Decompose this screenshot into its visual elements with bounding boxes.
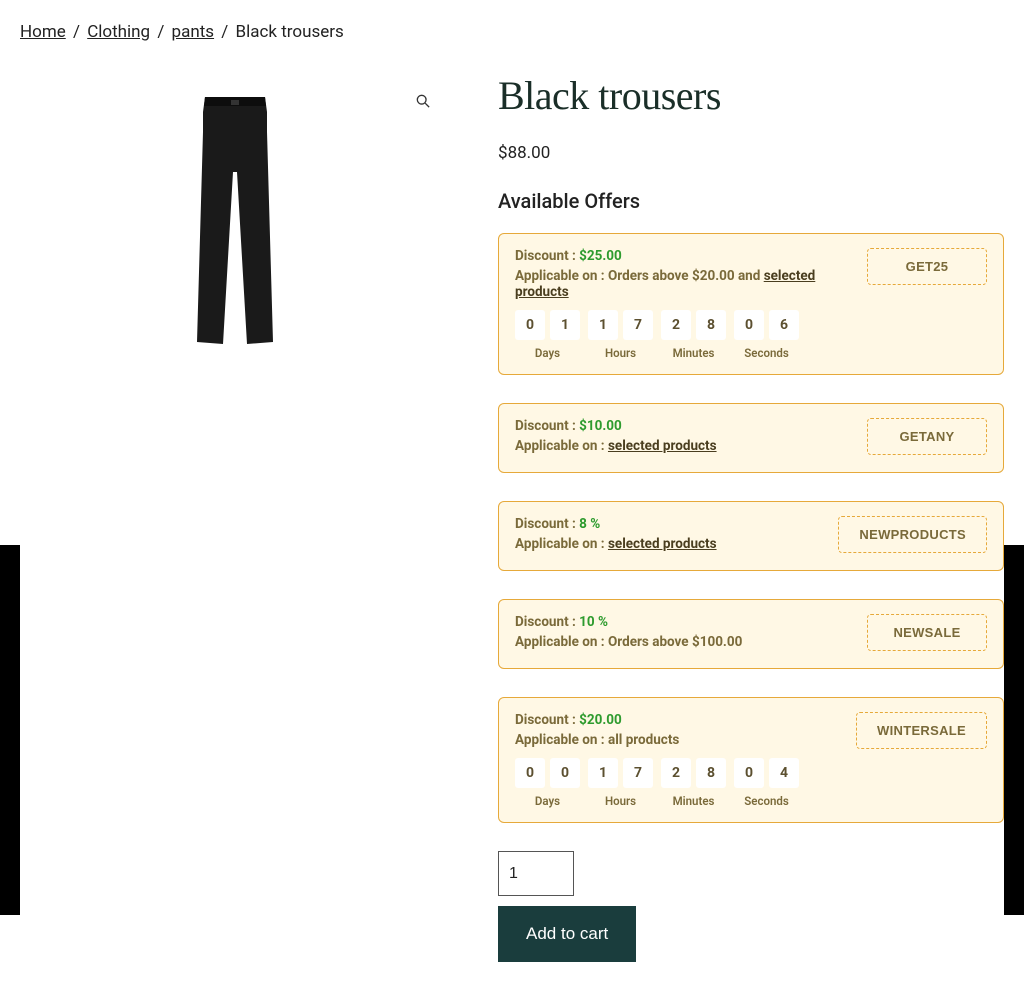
add-to-cart-button[interactable]: Add to cart (498, 906, 636, 962)
applicable-text: all products (608, 732, 679, 748)
discount-label: Discount : (515, 516, 579, 532)
countdown-digit: 6 (769, 310, 799, 340)
product-price: $88.00 (498, 143, 1004, 163)
countdown-digit: 7 (623, 758, 653, 788)
discount-value: $20.00 (579, 712, 622, 728)
coupon-code-button[interactable]: GET25 (867, 248, 987, 285)
applicable-label: Applicable on : (515, 634, 608, 650)
discount-label: Discount : (515, 614, 579, 630)
countdown-label: Minutes (673, 794, 715, 808)
countdown-label: Days (535, 794, 560, 808)
offer-card: Discount : 8 % Applicable on : selected p… (498, 501, 1004, 571)
countdown-digit: 1 (550, 310, 580, 340)
applicable-label: Applicable on : (515, 732, 608, 748)
discount-value: $25.00 (579, 248, 622, 264)
countdown-digit: 0 (515, 758, 545, 788)
countdown-digit: 1 (588, 758, 618, 788)
countdown-digit: 0 (550, 758, 580, 788)
countdown-timer: 00Days17Hours28Minutes04Seconds (515, 758, 840, 808)
discount-value: 8 % (579, 516, 600, 532)
countdown-label: Hours (605, 794, 636, 808)
countdown-digit: 0 (734, 758, 764, 788)
countdown-label: Seconds (744, 794, 789, 808)
zoom-icon[interactable] (408, 86, 438, 116)
countdown-label: Minutes (673, 346, 715, 360)
trousers-illustration (175, 92, 295, 352)
discount-value: $10.00 (579, 418, 622, 434)
coupon-code-button[interactable]: GETANY (867, 418, 987, 455)
coupon-code-button[interactable]: NEWPRODUCTS (838, 516, 987, 553)
countdown-label: Hours (605, 346, 636, 360)
countdown-digit: 1 (588, 310, 618, 340)
offer-card: Discount : $10.00 Applicable on : selecte… (498, 403, 1004, 473)
applicable-label: Applicable on : (515, 536, 608, 552)
breadcrumb-home[interactable]: Home (20, 22, 66, 42)
coupon-code-button[interactable]: NEWSALE (867, 614, 987, 651)
breadcrumb-clothing[interactable]: Clothing (87, 22, 150, 42)
selected-products-link[interactable]: selected products (608, 438, 717, 454)
discount-label: Discount : (515, 248, 579, 264)
countdown-digit: 7 (623, 310, 653, 340)
quantity-stepper[interactable] (498, 851, 574, 896)
offer-card: Discount : $20.00 Applicable on : all pro… (498, 697, 1004, 823)
applicable-label: Applicable on : (515, 438, 608, 454)
countdown-digit: 8 (696, 758, 726, 788)
countdown-digit: 0 (515, 310, 545, 340)
applicable-text: Orders above $20.00 and (608, 268, 764, 284)
applicable-label: Applicable on : (515, 268, 608, 284)
offer-card: Discount : 10 % Applicable on : Orders ab… (498, 599, 1004, 669)
countdown-digit: 8 (696, 310, 726, 340)
selected-products-link[interactable]: selected products (608, 536, 717, 552)
breadcrumb: Home / Clothing / pants / Black trousers (20, 0, 1004, 62)
countdown-digit: 4 (769, 758, 799, 788)
discount-label: Discount : (515, 712, 579, 728)
countdown-digit: 0 (734, 310, 764, 340)
coupon-code-button[interactable]: WINTERSALE (856, 712, 987, 749)
countdown-digit: 2 (661, 758, 691, 788)
product-title: Black trousers (498, 72, 1004, 119)
countdown-digit: 2 (661, 310, 691, 340)
product-image[interactable] (20, 62, 450, 382)
discount-label: Discount : (515, 418, 579, 434)
offer-card: Discount : $25.00 Applicable on : Orders … (498, 233, 1004, 375)
countdown-timer: 01Days17Hours28Minutes06Seconds (515, 310, 851, 360)
breadcrumb-current: Black trousers (236, 22, 344, 42)
product-image-container (20, 62, 450, 962)
applicable-text: Orders above $100.00 (608, 634, 742, 650)
countdown-label: Days (535, 346, 560, 360)
offers-heading: Available Offers (498, 189, 1004, 213)
discount-value: 10 % (579, 614, 608, 630)
breadcrumb-pants[interactable]: pants (172, 22, 215, 42)
countdown-label: Seconds (744, 346, 789, 360)
